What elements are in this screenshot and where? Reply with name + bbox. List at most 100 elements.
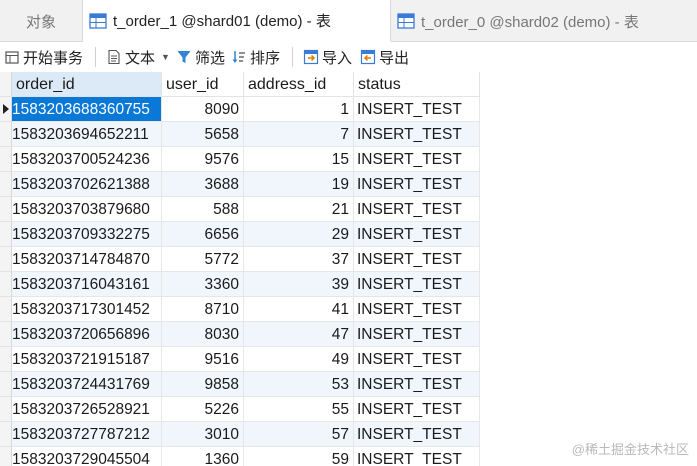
cell-status[interactable]: INSERT_TEST: [354, 447, 480, 466]
cell-address-id[interactable]: 37: [244, 247, 354, 271]
cell-user-id[interactable]: 3688: [162, 172, 244, 196]
cell-order-id[interactable]: 1583203700524236: [12, 147, 162, 171]
cell-order-id[interactable]: 1583203694652211: [12, 122, 162, 146]
cell-address-id[interactable]: 21: [244, 197, 354, 221]
cell-address-id[interactable]: 53: [244, 372, 354, 396]
cell-order-id[interactable]: 1583203729045504: [12, 447, 162, 466]
row-header[interactable]: [0, 122, 12, 147]
cell-user-id[interactable]: 3360: [162, 272, 244, 296]
column-header-order-id[interactable]: order_id: [12, 72, 162, 97]
cell-order-id[interactable]: 1583203716043161: [12, 272, 162, 296]
cell-order-id[interactable]: 1583203724431769: [12, 372, 162, 396]
row-header[interactable]: [0, 247, 12, 272]
table-row[interactable]: 1583203688360755 8090 1 INSERT_TEST: [12, 97, 480, 122]
cell-address-id[interactable]: 57: [244, 422, 354, 446]
cell-address-id[interactable]: 49: [244, 347, 354, 371]
cell-status[interactable]: INSERT_TEST: [354, 122, 480, 146]
cell-order-id[interactable]: 1583203721915187: [12, 347, 162, 371]
table-row[interactable]: 1583203703879680 588 21 INSERT_TEST: [12, 197, 480, 222]
cell-status[interactable]: INSERT_TEST: [354, 322, 480, 346]
table-row[interactable]: 1583203727787212 3010 57 INSERT_TEST: [12, 422, 480, 447]
cell-address-id[interactable]: 15: [244, 147, 354, 171]
cell-order-id[interactable]: 1583203714784870: [12, 247, 162, 271]
cell-status[interactable]: INSERT_TEST: [354, 272, 480, 296]
row-header[interactable]: [0, 397, 12, 422]
table-row[interactable]: 1583203714784870 5772 37 INSERT_TEST: [12, 247, 480, 272]
row-header[interactable]: [0, 447, 12, 466]
cell-user-id[interactable]: 5658: [162, 122, 244, 146]
text-button[interactable]: 文本 ▼: [106, 42, 176, 72]
row-header[interactable]: [0, 322, 12, 347]
row-header[interactable]: [0, 197, 12, 222]
tab-t-order-1[interactable]: t_order_1 @shard01 (demo) - 表: [83, 0, 391, 42]
begin-transaction-button[interactable]: 开始事务: [4, 42, 83, 72]
column-header-status[interactable]: status: [354, 72, 480, 97]
row-header[interactable]: [0, 297, 12, 322]
row-header[interactable]: [0, 422, 12, 447]
cell-status[interactable]: INSERT_TEST: [354, 172, 480, 196]
cell-order-id[interactable]: 1583203688360755: [12, 97, 162, 121]
cell-user-id[interactable]: 588: [162, 197, 244, 221]
table-row[interactable]: 1583203694652211 5658 7 INSERT_TEST: [12, 122, 480, 147]
row-header[interactable]: [0, 347, 12, 372]
cell-order-id[interactable]: 1583203720656896: [12, 322, 162, 346]
cell-address-id[interactable]: 47: [244, 322, 354, 346]
cell-address-id[interactable]: 7: [244, 122, 354, 146]
cell-user-id[interactable]: 9516: [162, 347, 244, 371]
filter-button[interactable]: 筛选: [176, 42, 225, 72]
column-header-address-id[interactable]: address_id: [244, 72, 354, 97]
table-row[interactable]: 1583203700524236 9576 15 INSERT_TEST: [12, 147, 480, 172]
cell-user-id[interactable]: 6656: [162, 222, 244, 246]
cell-user-id[interactable]: 9576: [162, 147, 244, 171]
table-row[interactable]: 1583203709332275 6656 29 INSERT_TEST: [12, 222, 480, 247]
cell-address-id[interactable]: 19: [244, 172, 354, 196]
column-header-user-id[interactable]: user_id: [162, 72, 244, 97]
row-header-current[interactable]: [0, 97, 12, 122]
chevron-down-icon[interactable]: ▼: [161, 52, 170, 62]
row-header[interactable]: [0, 147, 12, 172]
cell-user-id[interactable]: 8710: [162, 297, 244, 321]
cell-order-id[interactable]: 1583203727787212: [12, 422, 162, 446]
cell-user-id[interactable]: 1360: [162, 447, 244, 466]
table-row[interactable]: 1583203716043161 3360 39 INSERT_TEST: [12, 272, 480, 297]
table-row[interactable]: 1583203717301452 8710 41 INSERT_TEST: [12, 297, 480, 322]
table-row[interactable]: 1583203702621388 3688 19 INSERT_TEST: [12, 172, 480, 197]
cell-address-id[interactable]: 59: [244, 447, 354, 466]
cell-status[interactable]: INSERT_TEST: [354, 222, 480, 246]
cell-status[interactable]: INSERT_TEST: [354, 347, 480, 371]
table-row[interactable]: 1583203729045504 1360 59 INSERT_TEST: [12, 447, 480, 466]
tab-t-order-0[interactable]: t_order_0 @shard02 (demo) - 表: [391, 0, 697, 42]
cell-address-id[interactable]: 41: [244, 297, 354, 321]
cell-status[interactable]: INSERT_TEST: [354, 247, 480, 271]
cell-status[interactable]: INSERT_TEST: [354, 197, 480, 221]
cell-address-id[interactable]: 29: [244, 222, 354, 246]
table-row[interactable]: 1583203721915187 9516 49 INSERT_TEST: [12, 347, 480, 372]
row-header[interactable]: [0, 222, 12, 247]
cell-status[interactable]: INSERT_TEST: [354, 372, 480, 396]
cell-address-id[interactable]: 55: [244, 397, 354, 421]
cell-user-id[interactable]: 9858: [162, 372, 244, 396]
cell-status[interactable]: INSERT_TEST: [354, 97, 480, 121]
cell-user-id[interactable]: 5226: [162, 397, 244, 421]
cell-order-id[interactable]: 1583203717301452: [12, 297, 162, 321]
cell-user-id[interactable]: 8030: [162, 322, 244, 346]
cell-address-id[interactable]: 1: [244, 97, 354, 121]
sort-button[interactable]: 排序: [231, 42, 280, 72]
row-header[interactable]: [0, 172, 12, 197]
cell-order-id[interactable]: 1583203709332275: [12, 222, 162, 246]
row-header[interactable]: [0, 272, 12, 297]
export-button[interactable]: 导出: [360, 42, 409, 72]
cell-user-id[interactable]: 5772: [162, 247, 244, 271]
cell-status[interactable]: INSERT_TEST: [354, 397, 480, 421]
table-row[interactable]: 1583203720656896 8030 47 INSERT_TEST: [12, 322, 480, 347]
cell-status[interactable]: INSERT_TEST: [354, 147, 480, 171]
cell-address-id[interactable]: 39: [244, 272, 354, 296]
cell-user-id[interactable]: 8090: [162, 97, 244, 121]
table-row[interactable]: 1583203726528921 5226 55 INSERT_TEST: [12, 397, 480, 422]
cell-order-id[interactable]: 1583203703879680: [12, 197, 162, 221]
cell-user-id[interactable]: 3010: [162, 422, 244, 446]
row-header[interactable]: [0, 372, 12, 397]
tab-objects[interactable]: 对象: [0, 0, 83, 42]
cell-status[interactable]: INSERT_TEST: [354, 422, 480, 446]
cell-order-id[interactable]: 1583203726528921: [12, 397, 162, 421]
